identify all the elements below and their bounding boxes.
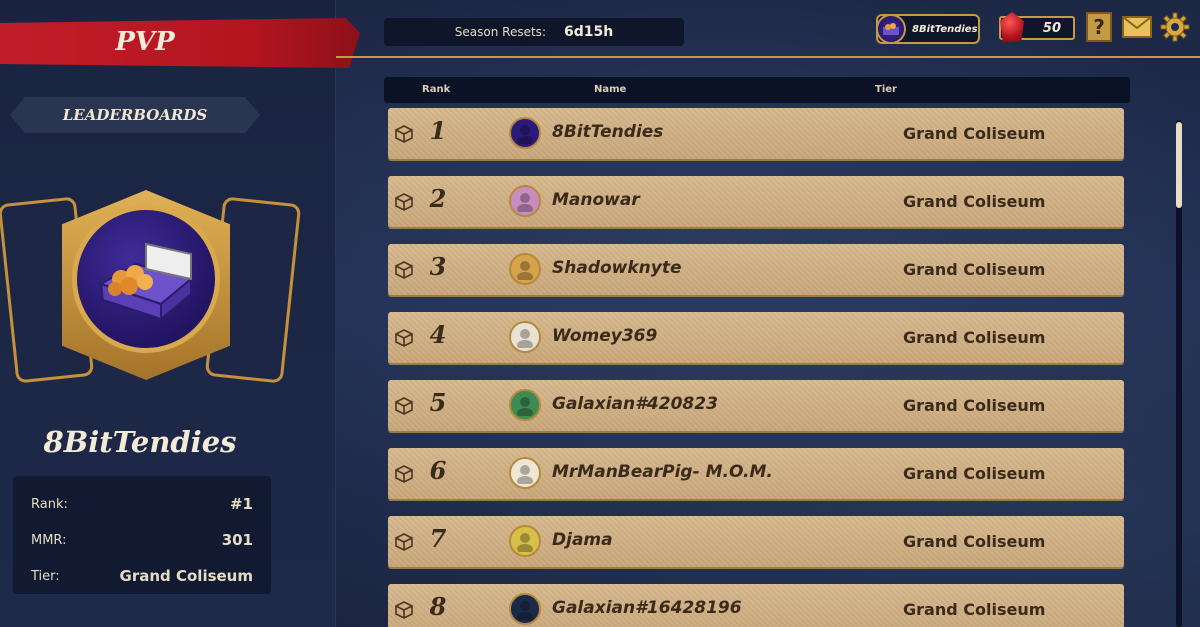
stat-value: 301 — [221, 531, 253, 549]
row-rank: 7 — [429, 524, 447, 553]
row-player-name[interactable]: 8BitTendies — [552, 122, 663, 142]
user-chip-name: 8BitTendies — [912, 23, 978, 35]
loot-box-icon[interactable] — [395, 533, 413, 551]
tab-leaderboards[interactable]: LEADERBOARDS — [10, 97, 260, 133]
loot-box-icon[interactable] — [395, 465, 413, 483]
loot-box-icon[interactable] — [395, 397, 413, 415]
stat-rank: Rank: #1 — [31, 486, 253, 522]
silhouette-avatar-icon — [509, 593, 541, 625]
row-rank: 3 — [429, 252, 447, 281]
header-divider — [336, 56, 1200, 58]
table-row[interactable]: 3 Shadowknyte Grand Coliseum — [388, 244, 1124, 295]
loot-box-icon[interactable] — [395, 193, 413, 211]
row-tier: Grand Coliseum — [903, 124, 1046, 143]
row-tier: Grand Coliseum — [903, 192, 1046, 211]
settings-button[interactable] — [1160, 12, 1190, 42]
cartoon-avatar-icon — [509, 525, 541, 557]
row-tier: Grand Coliseum — [903, 328, 1046, 347]
gear-icon — [1160, 12, 1190, 42]
row-player-name[interactable]: Djama — [552, 530, 613, 550]
leaderboard-header: Rank Name Tier — [384, 77, 1130, 103]
row-player-name[interactable]: Galaxian#420823 — [552, 394, 718, 414]
leaderboard-list: 1 8BitTendies Grand Coliseum 2 Manowar Grand … — [388, 108, 1124, 627]
tendies-box-icon — [883, 23, 899, 35]
row-player-name[interactable]: Manowar — [552, 190, 640, 210]
person-avatar-icon — [509, 457, 541, 489]
profile-avatar — [72, 205, 220, 353]
col-tier-header: Tier — [875, 84, 897, 95]
stat-label: MMR: — [31, 532, 67, 548]
table-row[interactable]: 2 Manowar Grand Coliseum — [388, 176, 1124, 227]
profile-stats: Rank: #1 MMR: 301 Tier: Grand Coliseum — [13, 476, 271, 594]
col-name-header: Name — [594, 84, 627, 95]
table-row[interactable]: 8 Galaxian#16428196 Grand Coliseum — [388, 584, 1124, 627]
gem-count: 50 — [1042, 20, 1061, 36]
table-row[interactable]: 4 Womey369 Grand Coliseum — [388, 312, 1124, 363]
row-rank: 2 — [429, 184, 447, 213]
row-player-name[interactable]: Galaxian#16428196 — [552, 598, 742, 618]
season-value: 6d15h — [563, 24, 614, 40]
ape-avatar-icon — [509, 185, 541, 217]
season-reset-timer: Season Resets: 6d15h — [384, 18, 684, 46]
profile-name: 8BitTendies — [43, 425, 237, 459]
table-row[interactable]: 5 Galaxian#420823 Grand Coliseum — [388, 380, 1124, 431]
row-rank: 4 — [429, 320, 447, 349]
tendies-box-icon — [98, 242, 194, 322]
table-row[interactable]: 7 Djama Grand Coliseum — [388, 516, 1124, 567]
bear-avatar-icon — [509, 253, 541, 285]
stat-mmr: MMR: 301 — [31, 522, 253, 558]
row-rank: 5 — [429, 388, 447, 417]
table-row[interactable]: 6 MrManBearPig- M.O.M. Grand Coliseum — [388, 448, 1124, 499]
user-profile-button[interactable]: 8BitTendies — [876, 14, 980, 44]
stat-label: Rank: — [31, 496, 68, 512]
mail-button[interactable] — [1122, 16, 1152, 38]
stat-label: Tier: — [31, 568, 60, 584]
loot-box-icon[interactable] — [395, 601, 413, 619]
stat-tier: Tier: Grand Coliseum — [31, 558, 253, 594]
help-button[interactable]: ? — [1086, 12, 1112, 42]
row-tier: Grand Coliseum — [903, 464, 1046, 483]
row-rank: 6 — [429, 456, 447, 485]
row-tier: Grand Coliseum — [903, 260, 1046, 279]
face-avatar-icon — [509, 321, 541, 353]
loot-box-icon[interactable] — [395, 261, 413, 279]
tendies-box-avatar-icon — [509, 117, 541, 149]
row-tier: Grand Coliseum — [903, 600, 1046, 619]
frog-avatar-icon — [509, 389, 541, 421]
row-rank: 8 — [429, 592, 447, 621]
loot-box-icon[interactable] — [395, 329, 413, 347]
row-tier: Grand Coliseum — [903, 532, 1046, 551]
col-rank-header: Rank — [422, 84, 451, 95]
table-row[interactable]: 1 8BitTendies Grand Coliseum — [388, 108, 1124, 159]
row-rank: 1 — [429, 116, 447, 145]
season-label: Season Resets: — [454, 25, 546, 39]
user-avatar — [876, 14, 906, 44]
row-tier: Grand Coliseum — [903, 396, 1046, 415]
stat-value: #1 — [229, 495, 253, 513]
loot-box-icon[interactable] — [395, 125, 413, 143]
row-player-name[interactable]: MrManBearPig- M.O.M. — [552, 462, 773, 482]
envelope-icon — [1122, 16, 1152, 38]
row-player-name[interactable]: Shadowknyte — [552, 258, 682, 278]
stat-value: Grand Coliseum — [119, 567, 253, 585]
scrollbar-thumb[interactable] — [1176, 122, 1182, 208]
page-title: PVP — [115, 27, 175, 57]
row-player-name[interactable]: Womey369 — [552, 326, 657, 346]
